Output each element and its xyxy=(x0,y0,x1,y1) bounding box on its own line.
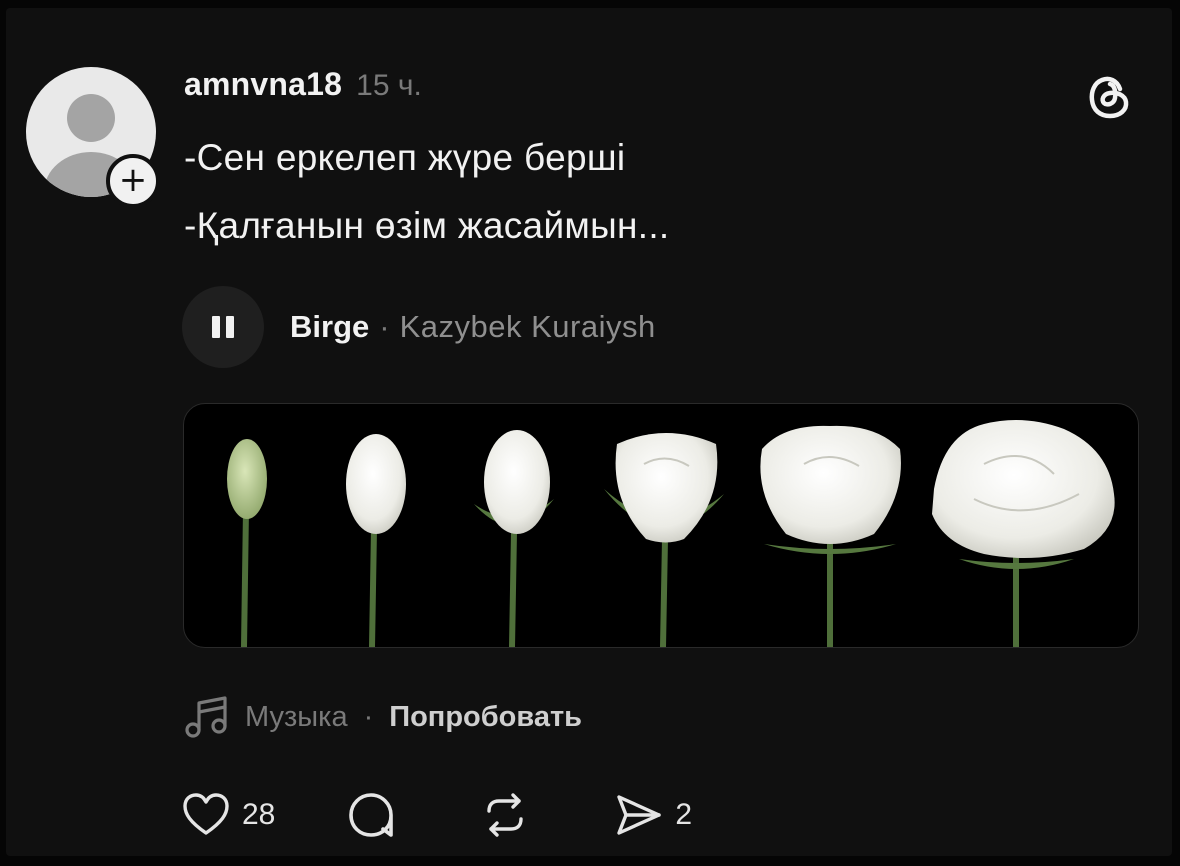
share-count: 2 xyxy=(675,798,693,831)
threads-logo-icon[interactable] xyxy=(1083,70,1135,122)
repost-button[interactable] xyxy=(479,789,541,841)
roses-image xyxy=(227,420,1115,647)
post-image-roses[interactable] xyxy=(183,403,1139,648)
post-text-line-2: -Қалғанын өзім жасаймын... xyxy=(184,205,670,246)
music-footer[interactable]: Музыка · Попробовать xyxy=(183,694,582,740)
heart-icon xyxy=(183,793,229,835)
share-button[interactable]: 2 xyxy=(613,789,692,841)
avatar-head xyxy=(67,94,115,142)
post-actions: 28 2 xyxy=(180,786,692,844)
music-footer-separator: · xyxy=(363,700,374,733)
try-music-link[interactable]: Попробовать xyxy=(389,701,582,734)
like-button[interactable]: 28 xyxy=(180,789,275,841)
comment-button[interactable] xyxy=(345,789,407,841)
comment-bubble-icon xyxy=(349,793,394,837)
post-header: amnvna18 15 ч. xyxy=(184,66,422,110)
music-note-icon xyxy=(185,696,227,738)
track-separator: · xyxy=(379,309,390,344)
music-label: Музыка xyxy=(245,700,348,733)
send-icon xyxy=(617,795,662,835)
track-title[interactable]: Birge xyxy=(290,309,369,345)
username[interactable]: amnvna18 xyxy=(184,66,342,103)
pause-icon-bar xyxy=(226,316,234,338)
timestamp: 15 ч. xyxy=(356,69,422,102)
pause-icon-bar xyxy=(212,316,220,338)
follow-plus-icon[interactable]: + xyxy=(106,154,160,208)
music-attachment[interactable]: Birge · Kazybek Kuraiysh xyxy=(182,286,656,368)
track-artist[interactable]: Kazybek Kuraiysh xyxy=(400,309,656,345)
repost-icon xyxy=(487,793,524,837)
pause-button[interactable] xyxy=(182,286,264,368)
post-text-line-1: -Сен еркелеп жүре берші xyxy=(184,137,626,178)
like-count: 28 xyxy=(242,798,276,831)
